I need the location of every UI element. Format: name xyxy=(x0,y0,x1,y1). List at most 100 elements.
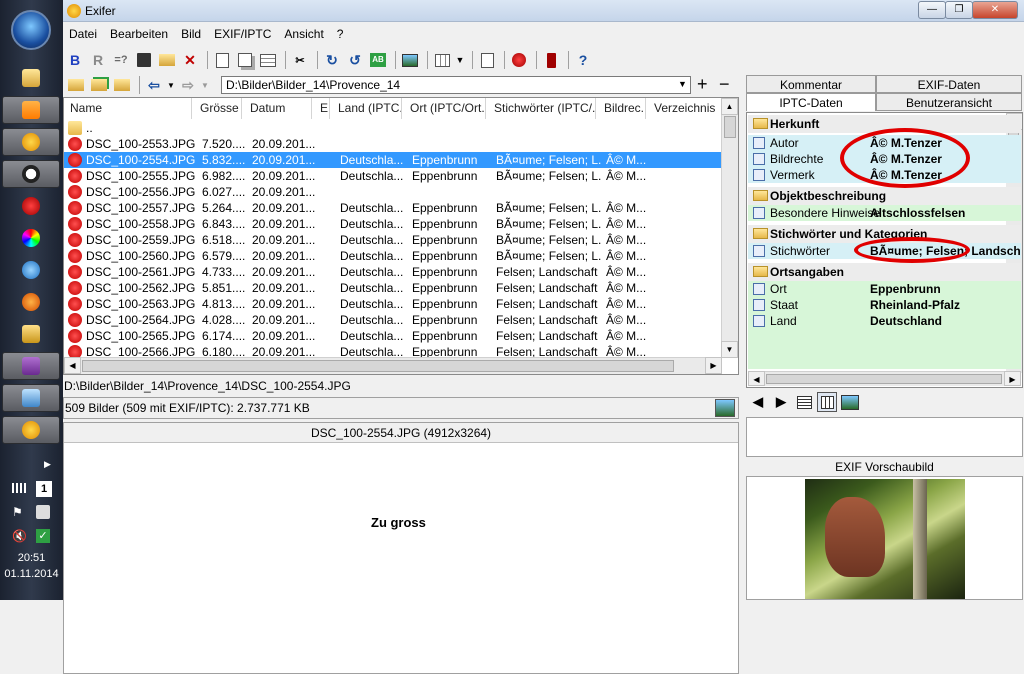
taskbar-media[interactable] xyxy=(2,96,60,124)
close-button[interactable]: ✕ xyxy=(972,1,1018,19)
table-row[interactable]: DSC_100-2554.JPG 5.832.... 20.09.201... Deu… xyxy=(64,152,722,168)
scroll-thumb[interactable] xyxy=(724,116,736,138)
menu-bild[interactable]: Bild xyxy=(175,24,208,41)
ab-icon[interactable]: AB xyxy=(368,50,388,70)
grid-view-icon[interactable] xyxy=(817,392,837,412)
list-item-parent[interactable]: .. xyxy=(64,120,722,136)
menu-help[interactable]: ? xyxy=(331,24,351,41)
taskbar-firefox[interactable] xyxy=(2,288,60,316)
horizontal-scrollbar[interactable]: ◀ ▶ xyxy=(748,371,1021,386)
mute-icon[interactable]: 🔇 xyxy=(12,529,27,543)
menu-ansicht[interactable]: Ansicht xyxy=(278,24,330,41)
taskbar-bug[interactable] xyxy=(2,192,60,220)
table-row[interactable]: DSC_100-2562.JPG 5.851.... 20.09.201... Deu… xyxy=(64,280,722,296)
image-icon[interactable] xyxy=(400,50,420,70)
table-icon[interactable] xyxy=(258,50,278,70)
checklist-icon[interactable] xyxy=(477,50,497,70)
signal-icon[interactable] xyxy=(12,483,28,493)
taskbar-monitor[interactable] xyxy=(2,384,60,412)
table-row[interactable]: DSC_100-2563.JPG 4.813.... 20.09.201... Deu… xyxy=(64,296,722,312)
battery-icon[interactable] xyxy=(541,50,561,70)
taskbar-explorer[interactable] xyxy=(2,64,60,92)
column-verzeichnis[interactable]: Verzeichnis xyxy=(648,98,722,119)
scroll-left-icon[interactable]: ◀ xyxy=(748,371,765,386)
field-land[interactable]: Land Deutschland xyxy=(748,313,1021,329)
scroll-left-icon[interactable]: ◀ xyxy=(64,357,81,374)
column-date[interactable]: Datum xyxy=(244,98,312,119)
bold-button[interactable]: B xyxy=(65,50,85,70)
tab-kommentar[interactable]: Kommentar xyxy=(746,75,876,93)
delete-icon[interactable]: ✕ xyxy=(180,50,200,70)
path-input[interactable]: D:\Bilder\Bilder_14\Provence_14 xyxy=(221,76,691,94)
rotate-right-icon[interactable]: ↺ xyxy=(345,50,365,70)
menu-exif-iptc[interactable]: EXIF/IPTC xyxy=(208,24,278,41)
chevron-down-icon[interactable]: ▼ xyxy=(678,79,687,89)
scroll-thumb[interactable] xyxy=(82,360,674,372)
table-row[interactable]: DSC_100-2560.JPG 6.579.... 20.09.201... Deu… xyxy=(64,248,722,264)
table-row[interactable]: DSC_100-2564.JPG 4.028.... 20.09.201... Deu… xyxy=(64,312,722,328)
scroll-right-icon[interactable]: ▶ xyxy=(705,357,722,374)
column-name[interactable]: Name xyxy=(64,98,192,119)
edit-icon[interactable] xyxy=(212,50,232,70)
copy-icon[interactable] xyxy=(235,50,255,70)
tab-iptc-daten[interactable]: IPTC-Daten xyxy=(746,93,876,111)
file-list[interactable]: Name Grösse Datum E Land (IPTC... Ort (I… xyxy=(63,97,739,375)
note-box[interactable] xyxy=(746,417,1023,457)
add-icon[interactable]: + xyxy=(697,74,708,95)
column-e[interactable]: E xyxy=(314,98,330,119)
minimize-button[interactable]: — xyxy=(918,1,946,19)
back-arrow-icon[interactable]: ⇦ xyxy=(144,75,164,95)
table-row[interactable]: DSC_100-2565.JPG 6.174.... 20.09.201... Deu… xyxy=(64,328,722,344)
open-folder-icon[interactable] xyxy=(157,50,177,70)
cut-icon[interactable]: ✂ xyxy=(290,50,310,70)
field-ort[interactable]: Ort Eppenbrunn xyxy=(748,281,1021,297)
prev-arrow-icon[interactable]: ◀ xyxy=(748,392,768,412)
scroll-thumb[interactable] xyxy=(766,374,1002,384)
field-besondere-hinweise[interactable]: Besondere Hinweise Altschlossfelsen xyxy=(748,205,1021,221)
tab-benutzeransicht[interactable]: Benutzeransicht xyxy=(876,93,1022,111)
bug-icon[interactable] xyxy=(509,50,529,70)
tab-exif-daten[interactable]: EXIF-Daten xyxy=(876,75,1022,93)
table-row[interactable]: DSC_100-2555.JPG 6.982.... 20.09.201... Deu… xyxy=(64,168,722,184)
device-icon[interactable] xyxy=(36,505,50,519)
flag-icon[interactable]: ⚑ xyxy=(12,505,26,519)
forward-arrow-icon[interactable]: ⇨ xyxy=(178,75,198,95)
table-row[interactable]: DSC_100-2558.JPG 6.843.... 20.09.201... Deu… xyxy=(64,216,722,232)
table-row[interactable]: DSC_100-2561.JPG 4.733.... 20.09.201... Deu… xyxy=(64,264,722,280)
r-button[interactable]: R xyxy=(88,50,108,70)
group-objektbeschreibung[interactable]: Objektbeschreibung xyxy=(748,187,1021,205)
tray-expand-icon[interactable]: ▶ xyxy=(44,459,51,470)
start-button[interactable] xyxy=(11,10,51,50)
taskbar-app2[interactable] xyxy=(2,128,60,156)
group-ortsangaben[interactable]: Ortsangaben xyxy=(748,263,1021,281)
new-folder-icon[interactable] xyxy=(89,75,109,95)
remove-icon[interactable]: − xyxy=(719,74,730,95)
column-bildrechte[interactable]: Bildrec... xyxy=(598,98,646,119)
column-ort[interactable]: Ort (IPTC/Ort... xyxy=(404,98,486,119)
list-view-icon[interactable] xyxy=(794,392,814,412)
taskbar-color[interactable] xyxy=(2,224,60,252)
scroll-right-icon[interactable]: ▶ xyxy=(1004,371,1021,386)
table-row[interactable]: DSC_100-2553.JPG 7.520.... 20.09.201... xyxy=(64,136,722,152)
image-icon[interactable] xyxy=(840,392,860,412)
taskbar-exifer[interactable] xyxy=(2,416,60,444)
clock-date[interactable]: 01.11.2014 xyxy=(0,568,63,580)
chevron-down-icon[interactable]: ▼ xyxy=(167,75,175,95)
scroll-up-icon[interactable]: ▲ xyxy=(721,98,738,115)
taskbar-panda[interactable] xyxy=(2,160,60,188)
table-row[interactable]: DSC_100-2557.JPG 5.264.... 20.09.201... Deu… xyxy=(64,200,722,216)
chevron-down-icon[interactable]: ▼ xyxy=(201,75,209,95)
folder-up-icon[interactable] xyxy=(112,75,132,95)
next-arrow-icon[interactable]: ▶ xyxy=(771,392,791,412)
help-icon[interactable]: ? xyxy=(573,50,593,70)
calendar-badge[interactable]: 1 xyxy=(36,481,52,497)
taskbar-globe[interactable] xyxy=(2,256,60,284)
menu-bearbeiten[interactable]: Bearbeiten xyxy=(104,24,175,41)
menu-datei[interactable]: Datei xyxy=(63,24,104,41)
vertical-scrollbar[interactable]: ▲ ▼ xyxy=(721,98,738,358)
view-grid-icon[interactable] xyxy=(432,50,452,70)
taskbar-lock[interactable] xyxy=(2,320,60,348)
check-icon[interactable]: ✓ xyxy=(36,529,50,543)
maximize-button[interactable]: ❐ xyxy=(945,1,973,19)
field-staat[interactable]: Staat Rheinland-Pfalz xyxy=(748,297,1021,313)
